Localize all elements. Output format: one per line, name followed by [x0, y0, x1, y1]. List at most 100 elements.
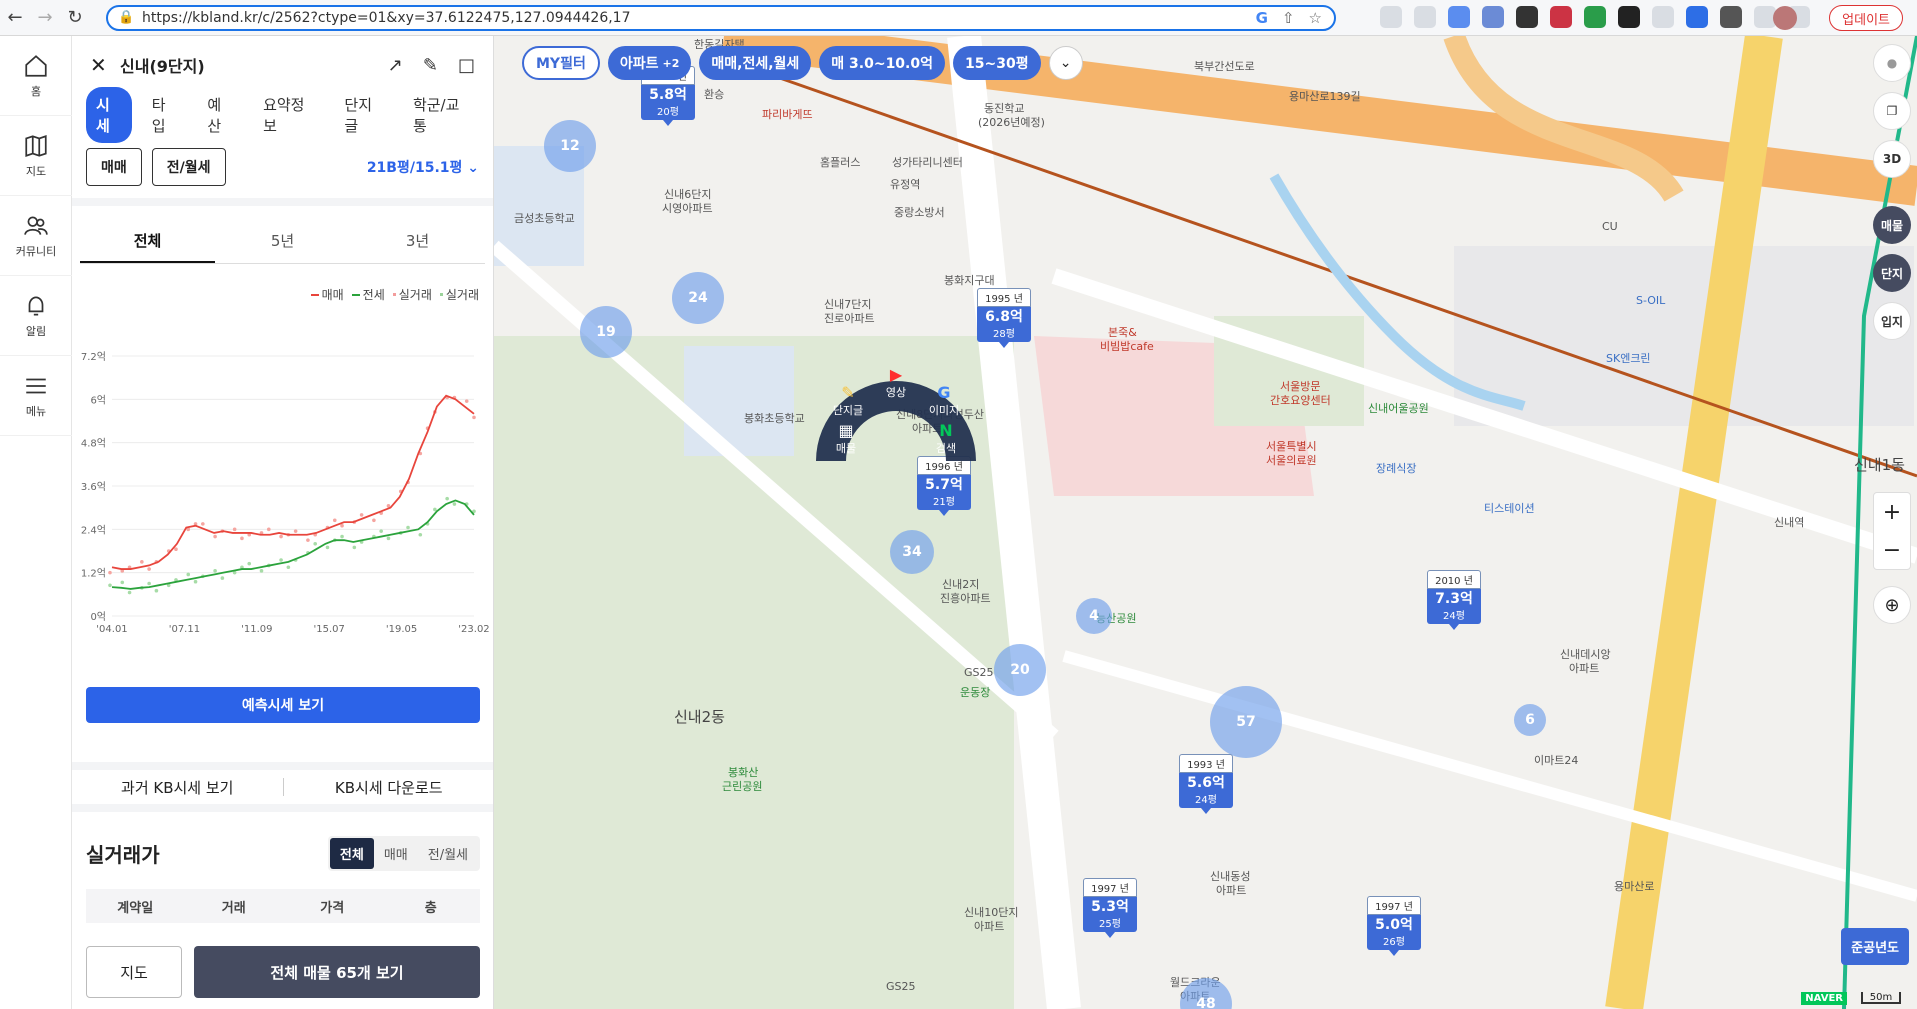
radial-item-listings[interactable]: ▦ 매물	[826, 421, 866, 456]
actual-deal-dot	[464, 399, 469, 403]
tab-posts[interactable]: 단지글	[334, 87, 393, 143]
radial-item-posts[interactable]: ✎ 단지글	[828, 383, 868, 418]
period-5y[interactable]: 5년	[215, 222, 350, 263]
tab-budget[interactable]: 예산	[197, 87, 243, 143]
listing-cluster[interactable]: 20	[994, 644, 1046, 696]
complex-price-pin[interactable]: 2010 년 7.3억 24평	[1427, 570, 1481, 630]
bookmark-icon[interactable]: □	[458, 55, 475, 76]
reload-icon[interactable]: ↻	[60, 3, 90, 33]
extension-icon[interactable]	[1686, 6, 1708, 28]
deals-filter-rent[interactable]: 전/월세	[418, 838, 478, 869]
past-kb-price-link[interactable]: 과거 KB시세 보기	[72, 777, 283, 798]
listings-layer-button[interactable]: 매물	[1873, 206, 1911, 244]
map-place-label: S-OIL	[1636, 294, 1666, 307]
radial-item-images[interactable]: G 이미지	[924, 383, 964, 418]
share-out-icon[interactable]: ↗	[388, 55, 403, 76]
predict-price-button[interactable]: 예측시세 보기	[86, 687, 480, 723]
zoom-in-icon[interactable]: +	[1883, 500, 1901, 525]
locate-me-icon[interactable]: ⊕	[1873, 586, 1911, 624]
extension-icon[interactable]	[1482, 6, 1504, 28]
y-tick-label: 3.6억	[81, 481, 106, 493]
listing-cluster[interactable]: 57	[1210, 686, 1282, 758]
update-button[interactable]: 업데이트	[1829, 5, 1903, 31]
extension-icon[interactable]	[1584, 6, 1606, 28]
user-avatar-icon[interactable]: ●	[1873, 44, 1911, 82]
layers-icon[interactable]: ❐	[1873, 92, 1911, 130]
close-icon[interactable]: ✕	[90, 53, 120, 77]
tab-school[interactable]: 학군/교통	[403, 87, 479, 143]
bookmark-star-icon[interactable]: ☆	[1309, 9, 1322, 27]
deals-filter-sale[interactable]: 매매	[374, 838, 418, 869]
share-icon[interactable]: ⇧	[1282, 9, 1295, 27]
listing-cluster[interactable]: 4	[1076, 598, 1112, 634]
rail-item-home[interactable]: 홈	[0, 36, 72, 116]
all-listings-button[interactable]: 전체 매물 65개 보기	[194, 946, 480, 998]
complex-price-pin[interactable]: 1993 년 5.6억 24평	[1179, 754, 1233, 814]
tab-summary[interactable]: 요약정보	[253, 87, 324, 143]
rail-item-menu[interactable]: 메뉴	[0, 356, 72, 436]
google-icon[interactable]: G	[1256, 9, 1268, 27]
map-canvas[interactable]: 북부간선도로 용마산로139길 한동길자택 환승 파리바게뜨 동진학교 (2026년예정) 홈…	[494, 36, 1917, 1009]
period-3y[interactable]: 3년	[350, 222, 485, 263]
trade-rent-button[interactable]: 전/월세	[151, 148, 226, 186]
trade-sale-button[interactable]: 매매	[86, 148, 142, 186]
rail-item-community[interactable]: 커뮤니티	[0, 196, 72, 276]
zoom-out-icon[interactable]: −	[1883, 538, 1901, 563]
rail-label: 지도	[25, 164, 47, 178]
filter-chip-price[interactable]: 매 3.0~10.0억	[819, 46, 945, 80]
forward-icon[interactable]: →	[30, 3, 60, 33]
y-tick-label: 1.2억	[81, 568, 106, 580]
deals-filter-all[interactable]: 전체	[329, 838, 374, 869]
actual-deal-dot	[108, 570, 112, 575]
radial-item-video[interactable]: ▶ 영상	[876, 365, 916, 400]
filter-chip-type[interactable]: 아파트 +2	[607, 46, 692, 80]
location-layer-button[interactable]: 입지	[1873, 302, 1911, 340]
my-filter-chip[interactable]: MY필터	[522, 46, 600, 80]
filter-chip-deal[interactable]: 매매,전세,월세	[699, 46, 812, 80]
period-all[interactable]: 전체	[80, 222, 215, 263]
actual-deal-dot	[293, 529, 298, 533]
tab-price[interactable]: 시세	[86, 87, 132, 143]
listing-cluster[interactable]: 24	[672, 272, 724, 324]
rail-item-alerts[interactable]: 알림	[0, 276, 72, 356]
size-selector[interactable]: 21B평/15.1평 ⌄	[367, 157, 479, 177]
tab-type[interactable]: 타입	[142, 87, 188, 143]
address-bar[interactable]: 🔒 https://kbland.kr/c/2562?ctype=01&xy=3…	[106, 5, 1336, 31]
complex-price-pin[interactable]: 1995 년 6.8억 28평	[977, 288, 1031, 348]
3d-toggle[interactable]: 3D	[1873, 140, 1911, 178]
complex-price-pin[interactable]: 1997 년 5.3억 25평	[1083, 878, 1137, 938]
filter-chip-size[interactable]: 15~30평	[953, 46, 1041, 80]
extension-icon[interactable]	[1550, 6, 1572, 28]
complex-price-pin[interactable]: 1996 년 5.7억 21평	[917, 456, 971, 516]
listing-cluster[interactable]: 12	[544, 120, 596, 172]
extension-icon[interactable]	[1652, 6, 1674, 28]
build-year-button[interactable]: 준공년도	[1841, 928, 1909, 965]
kb-price-links: 과거 KB시세 보기 KB시세 다운로드	[72, 762, 494, 812]
rail-item-map[interactable]: 지도	[0, 116, 72, 196]
complex-price-pin[interactable]: 1997 년 5.0억 26평	[1367, 896, 1421, 956]
extension-icon[interactable]	[1414, 6, 1436, 28]
extension-icon[interactable]	[1618, 6, 1640, 28]
extension-icon[interactable]	[1448, 6, 1470, 28]
listing-cluster[interactable]: 19	[580, 306, 632, 358]
complex-layer-button[interactable]: 단지	[1873, 254, 1911, 292]
x-tick-label: '07.11	[169, 624, 200, 635]
back-icon[interactable]: ←	[0, 3, 30, 33]
puzzle-icon[interactable]	[1720, 6, 1742, 28]
kb-price-download-link[interactable]: KB시세 다운로드	[284, 777, 494, 798]
deals-title: 실거래가	[86, 843, 160, 867]
extension-icon[interactable]	[1380, 6, 1402, 28]
listing-cluster[interactable]: 34	[890, 530, 934, 574]
listing-cluster[interactable]: 6	[1514, 704, 1546, 736]
map-place-label: 이마트24	[1534, 754, 1579, 767]
actual-deal-dot	[127, 590, 132, 595]
profile-avatar[interactable]	[1773, 6, 1797, 30]
pin-py: 26평	[1367, 933, 1421, 950]
actual-deal-dot	[201, 522, 205, 526]
edit-pencil-icon[interactable]: ✎	[423, 55, 438, 76]
chevron-down-icon[interactable]: ⌄	[1048, 46, 1083, 80]
map-view-button[interactable]: 지도	[86, 946, 182, 998]
radial-item-search[interactable]: N 검색	[926, 421, 966, 456]
extension-icon[interactable]	[1516, 6, 1538, 28]
map-place-label: GS25	[964, 666, 994, 679]
